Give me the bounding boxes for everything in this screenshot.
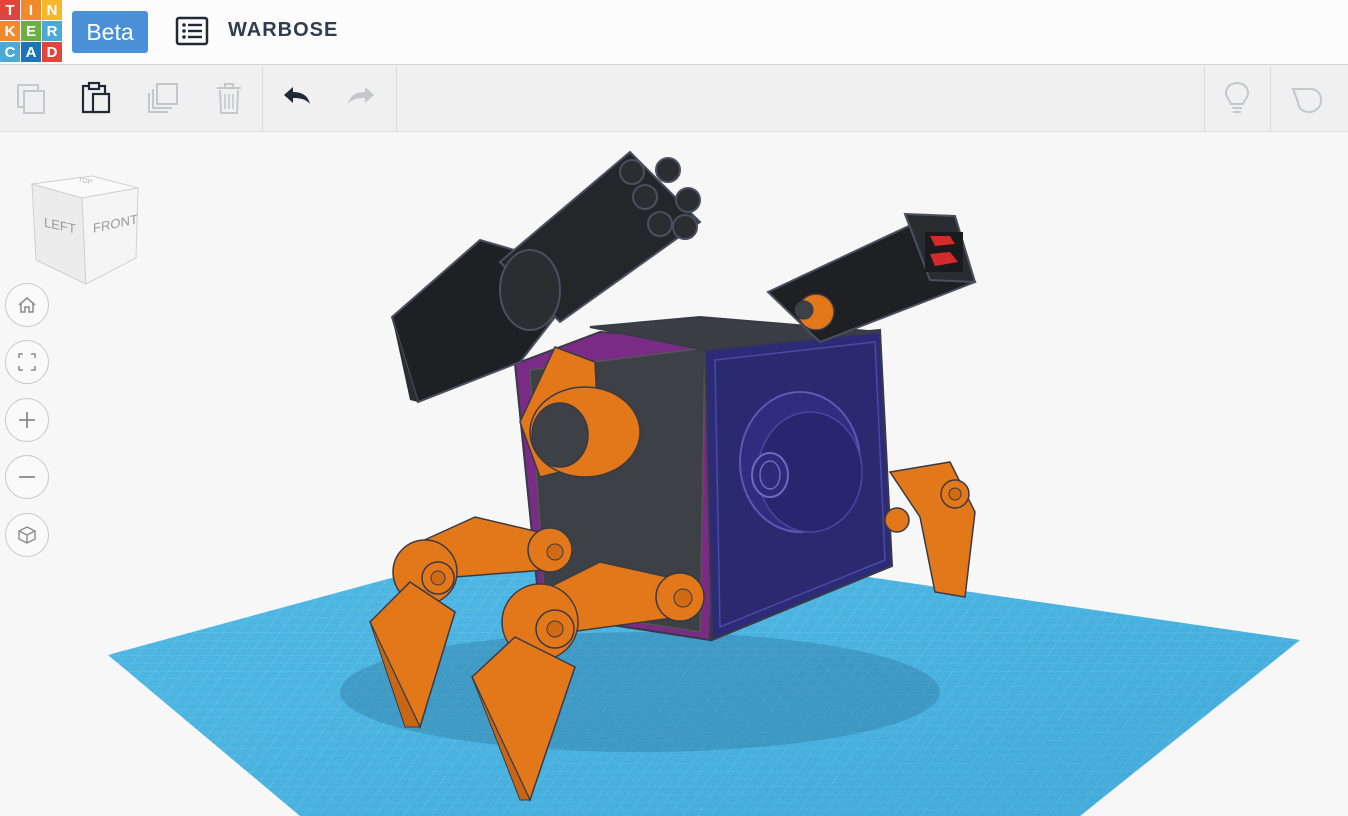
fit-view-icon[interactable] [5, 340, 49, 384]
logo-letter: N [42, 0, 62, 20]
beta-badge[interactable]: Beta [72, 11, 148, 53]
logo-letter: E [21, 21, 41, 41]
3d-scene[interactable] [0, 132, 1348, 816]
design-title[interactable]: WARBOSE [228, 19, 338, 42]
workplane-viewport[interactable]: LEFT FRONT TOP [0, 132, 1348, 816]
zoom-out-icon[interactable] [5, 455, 49, 499]
paste-icon[interactable] [73, 76, 117, 120]
toolbar-separator [396, 66, 397, 131]
copy-icon[interactable] [9, 76, 53, 120]
tinkercad-logo[interactable]: T I N K E R C A D [0, 0, 62, 62]
logo-letter: A [21, 42, 41, 62]
edit-toolbar [0, 66, 1348, 132]
design-list-icon[interactable] [175, 15, 209, 47]
undo-icon[interactable] [275, 76, 319, 120]
toolbar-separator [1204, 66, 1205, 131]
view-cube[interactable]: LEFT FRONT TOP [26, 172, 146, 292]
logo-letter: T [0, 0, 20, 20]
logo-letter: K [0, 21, 20, 41]
notes-icon[interactable] [1284, 76, 1328, 120]
toolbar-separator [1270, 66, 1271, 131]
zoom-in-icon[interactable] [5, 398, 49, 442]
logo-letter: D [42, 42, 62, 62]
logo-letter: I [21, 0, 41, 20]
app-header: T I N K E R C A D Beta WARBOSE [0, 0, 1348, 65]
perspective-icon[interactable] [5, 513, 49, 557]
logo-letter: C [0, 42, 20, 62]
delete-icon[interactable] [207, 76, 251, 120]
robot-leg-middle-right[interactable] [884, 507, 910, 533]
home-icon[interactable] [5, 283, 49, 327]
duplicate-icon[interactable] [141, 76, 185, 120]
rocket-pod[interactable] [766, 212, 977, 344]
logo-letter: R [42, 21, 62, 41]
toolbar-separator [262, 66, 263, 131]
hint-lightbulb-icon[interactable] [1215, 76, 1259, 120]
redo-icon[interactable] [339, 76, 383, 120]
